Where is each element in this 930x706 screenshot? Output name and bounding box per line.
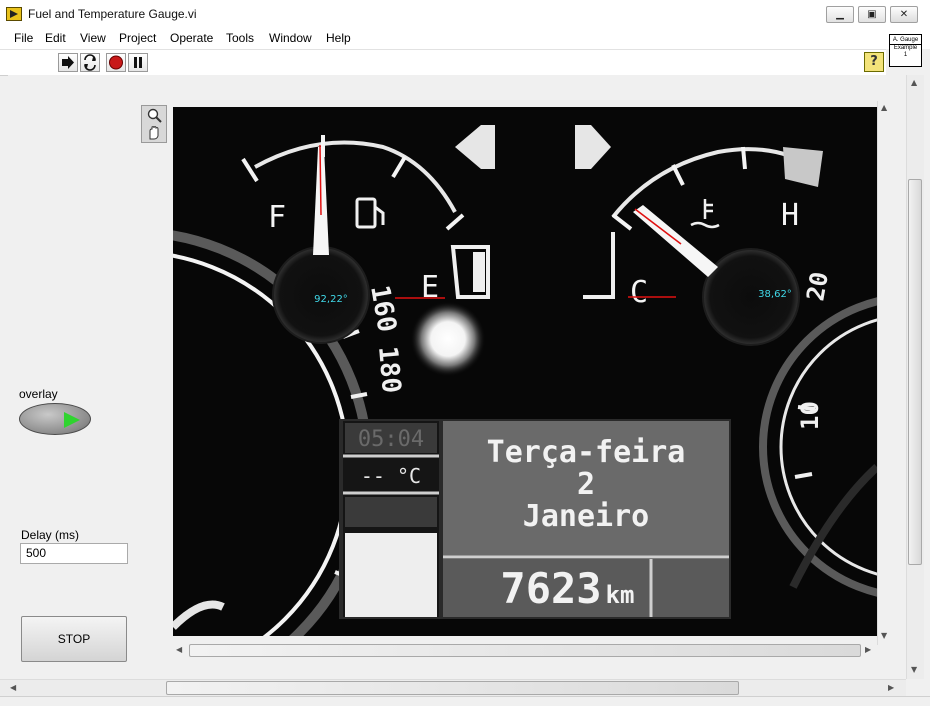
lcd-day: Terça-feira bbox=[487, 435, 686, 470]
run-button[interactable] bbox=[58, 53, 78, 72]
abort-button[interactable] bbox=[106, 53, 126, 72]
zoom-hand-tools[interactable] bbox=[142, 106, 166, 142]
delay-input[interactable]: 500 bbox=[20, 543, 128, 564]
lcd-date: 2 bbox=[577, 467, 595, 502]
lcd-fuel-bar bbox=[345, 533, 437, 617]
menu-window[interactable]: Window bbox=[269, 31, 312, 45]
menu-view[interactable]: View bbox=[80, 31, 106, 45]
window-vertical-scrollbar[interactable]: ▲ ▼ bbox=[906, 75, 924, 679]
pause-button[interactable] bbox=[128, 53, 148, 72]
minimize-button[interactable]: ▁ bbox=[826, 6, 854, 23]
menu-edit[interactable]: Edit bbox=[45, 31, 66, 45]
overlay-toggle[interactable] bbox=[19, 403, 91, 435]
vi-icon-line3: 1 bbox=[903, 52, 908, 58]
menu-bar: File Edit View Project Operate Tools Win… bbox=[0, 29, 930, 49]
fuel-f-letter: F bbox=[268, 200, 286, 235]
menu-file[interactable]: File bbox=[14, 31, 33, 45]
speedo-right-20: 20 bbox=[801, 270, 834, 303]
stop-sign-icon bbox=[109, 55, 123, 70]
temp-angle-readout: 38,62° bbox=[758, 289, 792, 300]
window-horizontal-scrollbar[interactable]: ◀ ▶ bbox=[0, 679, 906, 697]
context-help-button[interactable]: ? bbox=[864, 52, 884, 72]
maximize-button[interactable]: ▣ bbox=[858, 6, 886, 23]
vi-icon-line1: A. Gauge bbox=[890, 37, 921, 45]
pause-icon bbox=[134, 57, 142, 68]
title-bar: Fuel and Temperature Gauge.vi ▁ ▣ ✕ bbox=[0, 0, 930, 30]
speedo-180: 180 bbox=[372, 345, 406, 394]
warning-light-glow bbox=[410, 301, 486, 377]
window-hscroll-thumb[interactable] bbox=[166, 681, 739, 695]
scroll-up-arrow-icon[interactable]: ▲ bbox=[881, 103, 887, 112]
labview-vi-icon bbox=[6, 7, 22, 21]
fuel-overlay-line bbox=[319, 144, 322, 216]
run-arrow-icon bbox=[62, 56, 74, 69]
run-continuously-button[interactable] bbox=[80, 53, 100, 72]
speedo-right-10: 10 bbox=[796, 401, 824, 430]
window-vscroll-thumb[interactable] bbox=[908, 179, 922, 565]
run-continuously-icon bbox=[84, 54, 96, 71]
menu-project[interactable]: Project bbox=[119, 31, 156, 45]
image-display[interactable]: 160 180 200 220 20 10 F E bbox=[173, 107, 877, 636]
window-scroll-down-icon[interactable]: ▼ bbox=[911, 665, 917, 674]
menu-operate[interactable]: Operate bbox=[170, 31, 213, 45]
play-arrow-icon bbox=[64, 412, 80, 428]
image-horizontal-scrollbar[interactable]: ◀ ▶ bbox=[173, 643, 877, 658]
lcd-odometer: 7623 bbox=[500, 564, 601, 613]
toolbar: ? bbox=[0, 49, 886, 76]
vi-icon-line2: Example bbox=[893, 45, 918, 51]
temp-h-letter: H bbox=[781, 198, 799, 233]
hand-pan-icon bbox=[149, 126, 159, 140]
lcd-month: Janeiro bbox=[523, 499, 649, 534]
scroll-right-arrow-icon[interactable]: ▶ bbox=[865, 645, 871, 654]
stop-button[interactable]: STOP bbox=[21, 616, 127, 662]
temp-c-letter: C bbox=[630, 275, 648, 310]
image-tool-palette bbox=[141, 105, 167, 143]
close-button[interactable]: ✕ bbox=[890, 6, 918, 23]
overlay-label: overlay bbox=[19, 387, 58, 401]
dashboard-image: 160 180 200 220 20 10 F E bbox=[173, 107, 877, 636]
window-scroll-up-icon[interactable]: ▲ bbox=[911, 78, 917, 87]
scroll-left-arrow-icon[interactable]: ◀ bbox=[176, 645, 182, 654]
lcd-odometer-unit: km bbox=[606, 581, 635, 609]
fuel-angle-readout: 92,22° bbox=[314, 294, 348, 305]
lcd-temp: -- °C bbox=[361, 464, 421, 488]
window-scroll-left-icon[interactable]: ◀ bbox=[10, 683, 16, 692]
window-scroll-right-icon[interactable]: ▶ bbox=[888, 683, 894, 692]
vi-connector-icon[interactable]: A. Gauge Example 1 bbox=[889, 34, 922, 67]
fuel-e-letter: E bbox=[421, 270, 439, 305]
menu-tools[interactable]: Tools bbox=[226, 31, 254, 45]
menu-help[interactable]: Help bbox=[326, 31, 351, 45]
image-vertical-scrollbar[interactable]: ▲ ▼ bbox=[877, 101, 893, 645]
lcd-time: 05:04 bbox=[358, 427, 424, 452]
scroll-down-arrow-icon[interactable]: ▼ bbox=[881, 631, 887, 640]
image-hscroll-thumb[interactable] bbox=[189, 644, 861, 657]
window-title: Fuel and Temperature Gauge.vi bbox=[28, 7, 197, 21]
delay-label: Delay (ms) bbox=[21, 528, 80, 542]
